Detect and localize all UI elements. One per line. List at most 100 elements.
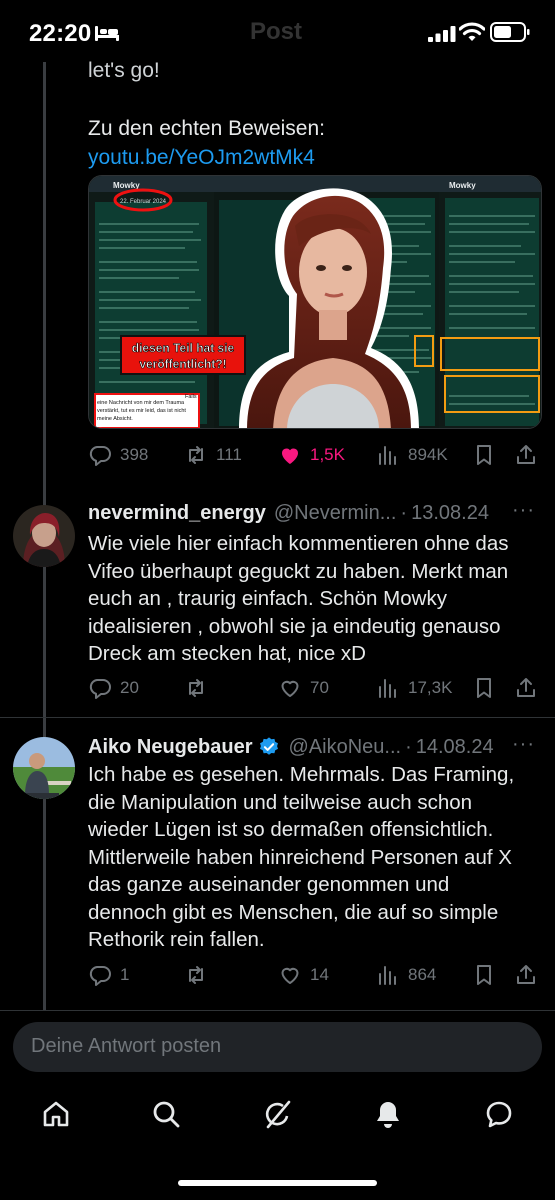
nav-search[interactable] — [142, 1090, 190, 1138]
more-options-icon[interactable]: ··· — [512, 733, 535, 756]
bookmark-button[interactable] — [472, 960, 504, 990]
bookmark-icon — [477, 678, 491, 698]
proof-link[interactable]: youtu.be/YeOJm2wtMk4 — [88, 146, 315, 169]
avatar-image-nevermind — [13, 505, 75, 567]
verified-badge-icon — [260, 737, 279, 755]
ghost-header-title: Post — [250, 18, 303, 45]
home-indicator[interactable] — [178, 1180, 377, 1186]
display-name[interactable]: Aiko Neugebauer — [88, 736, 252, 759]
repost-count: 111 — [216, 445, 242, 464]
reply-text: Wie viele hier einfach kommentieren ohne… — [88, 532, 509, 665]
quote-line-4: meine Absicht. — [97, 416, 133, 422]
sleep-focus-icon — [95, 26, 119, 41]
reply-button[interactable]: 398 — [88, 440, 148, 470]
repost-icon — [189, 679, 203, 697]
reply-compose-input[interactable]: Deine Antwort posten — [13, 1022, 542, 1072]
proof-label: Zu den echten Beweisen: — [88, 117, 325, 140]
cellular-signal-icon — [428, 26, 456, 42]
user-handle[interactable]: @AikoNeu... — [288, 736, 401, 759]
reply-count: 398 — [120, 445, 149, 464]
like-icon — [281, 680, 299, 697]
reply-icon — [89, 679, 111, 699]
views-button[interactable]: 894K — [376, 440, 448, 470]
quote-line-1: Falls — [185, 394, 197, 400]
views-button[interactable]: 864 — [376, 960, 436, 990]
like-count: 1,5K — [310, 445, 345, 464]
bookmark-button[interactable] — [472, 440, 504, 470]
reply-icon — [89, 446, 111, 466]
separator-dot: · — [405, 735, 412, 758]
avatar[interactable] — [13, 737, 75, 799]
share-icon — [517, 678, 535, 697]
overlay-text-line-1: diesen Teil hat sie — [132, 341, 235, 355]
reply-button[interactable]: 20 — [88, 673, 139, 703]
repost-icon — [189, 966, 203, 984]
battery-icon — [490, 22, 530, 42]
repost-icon — [189, 446, 203, 464]
reply-button[interactable]: 1 — [88, 960, 129, 990]
reply-header: nevermind_energy @Nevermin... · 13.08.24 — [88, 499, 489, 527]
reply-text: Ich habe es gesehen. Mehrmals. Das Frami… — [88, 763, 515, 951]
repost-button[interactable] — [184, 673, 216, 703]
repost-button[interactable]: 111 — [184, 440, 242, 470]
views-count: 17,3K — [408, 678, 453, 697]
views-icon — [379, 446, 396, 465]
chat-name-2: Mowky — [449, 181, 476, 190]
like-button[interactable]: 70 — [278, 673, 329, 703]
status-bar: 22:20 Post — [0, 0, 555, 62]
share-icon — [517, 965, 535, 984]
nav-grok[interactable] — [253, 1090, 301, 1138]
chat-screenshot-right-b: Mowky — [439, 176, 541, 428]
reply-actions: 20 70 17,3K — [88, 673, 542, 703]
compose-placeholder: Deine Antwort posten — [31, 1035, 222, 1057]
nav-home[interactable] — [32, 1090, 80, 1138]
views-count: 894K — [408, 445, 448, 464]
views-count: 864 — [408, 965, 437, 984]
nav-messages[interactable] — [475, 1090, 523, 1138]
nav-notifications[interactable] — [364, 1090, 412, 1138]
avatar-image-aiko — [13, 737, 75, 799]
more-options-icon[interactable]: ··· — [512, 499, 535, 522]
views-icon — [379, 966, 396, 985]
bookmark-icon — [477, 965, 491, 985]
views-button[interactable]: 17,3K — [376, 673, 452, 703]
like-count: 70 — [310, 678, 329, 697]
display-name[interactable]: nevermind_energy — [88, 502, 266, 525]
share-button[interactable] — [514, 673, 546, 703]
user-handle[interactable]: @Nevermin... — [274, 502, 397, 525]
overlay-caption: diesen Teil hat sie veröffentlicht?! — [120, 335, 246, 375]
date-badge: 22. Februar 2024 — [120, 199, 167, 205]
overlay-text-line-2: veröffentlicht?! — [139, 357, 226, 371]
chat-name: Mowky — [113, 181, 140, 190]
share-button[interactable] — [514, 960, 546, 990]
post-text-tail: let's go! — [88, 59, 160, 82]
wifi-icon — [459, 22, 485, 41]
reply-header: Aiko Neugebauer @AikoNeu... · 14.08.24 — [88, 733, 494, 761]
divider — [0, 717, 555, 718]
like-button[interactable]: 1,5K — [278, 440, 345, 470]
post-date[interactable]: 14.08.24 — [416, 736, 494, 759]
views-icon — [379, 679, 396, 698]
like-button[interactable]: 14 — [278, 960, 329, 990]
reply-icon — [89, 966, 111, 986]
quote-line-3: verstärkt, tut es mir leid, das ist nich… — [97, 408, 186, 414]
bookmark-button[interactable] — [472, 673, 504, 703]
share-button[interactable] — [514, 440, 546, 470]
bookmark-icon — [477, 445, 491, 465]
post-date[interactable]: 13.08.24 — [411, 502, 489, 525]
repost-button[interactable] — [184, 960, 216, 990]
status-time: 22:20 — [29, 20, 92, 47]
main-post-actions: 398 111 1,5K 894K — [88, 440, 542, 470]
separator-dot: · — [400, 501, 408, 524]
post-video-thumbnail[interactable]: Mowky 22. Februar 2024 eine Nachricht vo… — [88, 175, 542, 429]
chat-screenshot-left: Mowky 22. Februar 2024 eine Nachricht vo… — [89, 176, 214, 428]
like-icon — [282, 448, 298, 464]
quote-line-2: eine Nachricht von mir dem Trauma — [97, 400, 185, 406]
reply-actions: 1 14 864 — [88, 960, 542, 990]
reply-count: 1 — [120, 965, 130, 984]
search-icon — [153, 1101, 180, 1128]
share-icon — [517, 445, 535, 464]
notifications-icon — [377, 1102, 399, 1128]
like-icon — [281, 967, 299, 984]
avatar[interactable] — [13, 505, 75, 567]
